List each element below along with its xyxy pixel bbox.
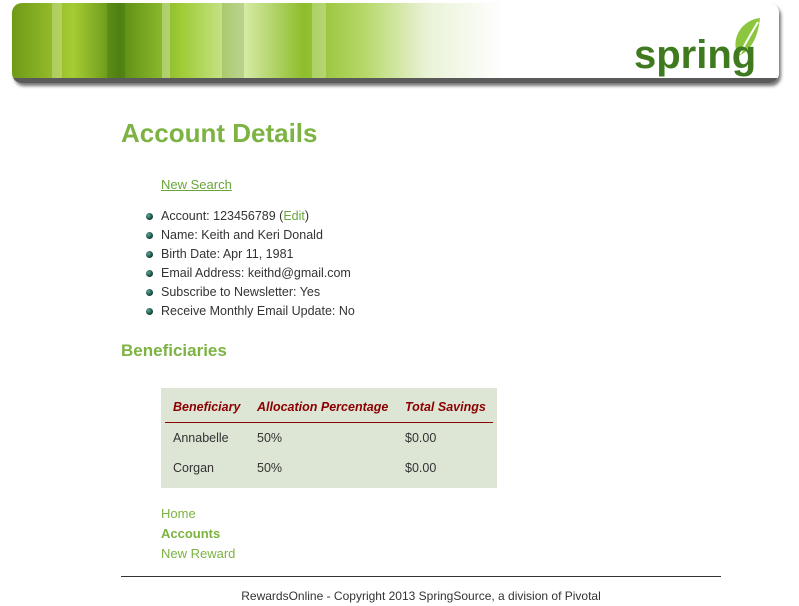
banner-stripe	[52, 3, 62, 83]
account-number-item: Account: 123456789 (Edit)	[145, 207, 355, 226]
banner-shadow-bar	[12, 78, 779, 83]
email-item: Email Address: keithd@gmail.com	[145, 264, 355, 283]
savings-cell: $0.00	[405, 461, 437, 475]
savings-cell: $0.00	[405, 431, 437, 445]
banner-stripe	[107, 3, 125, 83]
beneficiaries-heading: Beneficiaries	[121, 341, 227, 360]
nav-accounts-link[interactable]: Accounts	[161, 524, 235, 544]
column-header-allocation: Allocation Percentage	[249, 392, 397, 423]
banner-stripe	[162, 3, 170, 83]
column-header-beneficiary: Beneficiary	[165, 392, 249, 423]
beneficiary-name-cell: Annabelle	[173, 431, 229, 445]
table-row: Corgan 50% $0.00	[165, 453, 493, 483]
allocation-cell: 50%	[257, 431, 283, 445]
account-number-text: Account: 123456789 (	[161, 209, 284, 223]
spring-logo[interactable]: spring	[634, 33, 756, 78]
birth-date-item: Birth Date: Apr 11, 1981	[145, 245, 355, 264]
table-row: Annabelle 50% $0.00	[165, 423, 493, 454]
nav-new-reward-link[interactable]: New Reward	[161, 544, 235, 564]
edit-account-link[interactable]: Edit	[283, 209, 305, 223]
footer-divider	[121, 576, 721, 577]
name-item: Name: Keith and Keri Donald	[145, 226, 355, 245]
monthly-update-item: Receive Monthly Email Update: No	[145, 302, 355, 321]
beneficiaries-panel: Beneficiary Allocation Percentage Total …	[161, 388, 497, 488]
footer-nav: Home Accounts New Reward	[161, 504, 235, 564]
banner-stripe	[222, 3, 244, 83]
footer-copyright: RewardsOnline - Copyright 2013 SpringSou…	[241, 589, 601, 603]
allocation-cell: 50%	[257, 461, 283, 475]
column-header-savings: Total Savings	[397, 392, 493, 423]
new-search-link[interactable]: New Search	[161, 177, 232, 192]
banner-stripe	[312, 3, 326, 83]
beneficiary-name-cell: Corgan	[173, 461, 214, 475]
newsletter-item: Subscribe to Newsletter: Yes	[145, 283, 355, 302]
beneficiaries-table: Beneficiary Allocation Percentage Total …	[165, 392, 493, 483]
account-number-suffix: )	[304, 209, 310, 223]
table-header-row: Beneficiary Allocation Percentage Total …	[165, 392, 493, 423]
account-details-list: Account: 123456789 (Edit) Name: Keith an…	[145, 207, 355, 321]
page-title: Account Details	[121, 118, 318, 148]
nav-home-link[interactable]: Home	[161, 504, 235, 524]
